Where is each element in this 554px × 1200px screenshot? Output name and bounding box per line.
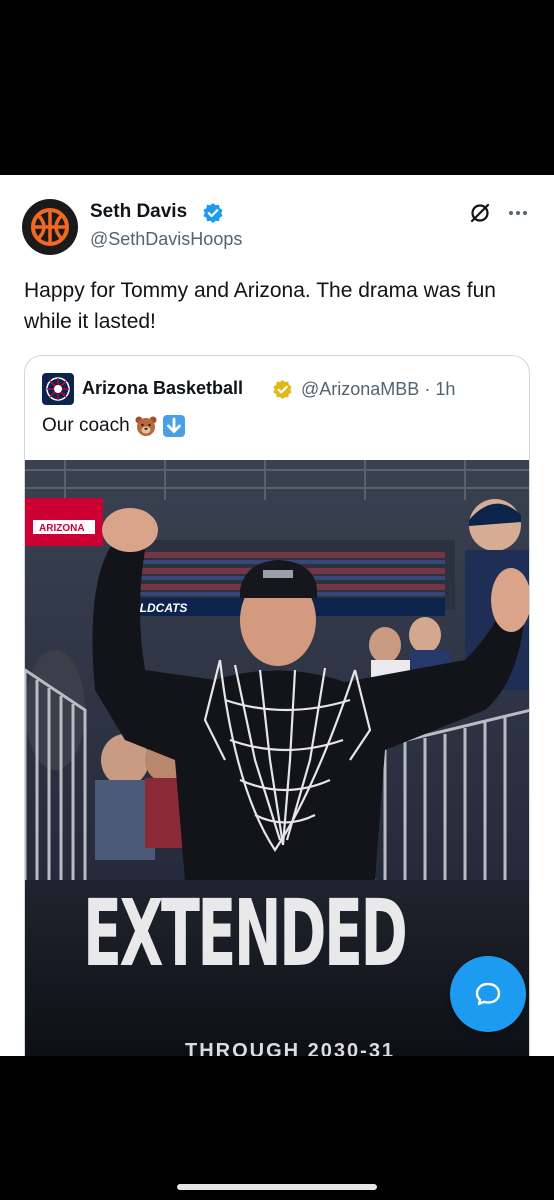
quote-author-name[interactable]: Arizona Basketball	[82, 378, 243, 399]
status-bar-area	[0, 0, 554, 175]
extended-subline: THROUGH 2030-31	[185, 1040, 396, 1056]
arizona-logo-icon	[46, 377, 70, 401]
quote-handle-time: @ArizonaMBB · 1h	[301, 379, 455, 400]
separator-dot: ·	[424, 379, 431, 399]
bear-face-emoji	[135, 416, 157, 436]
tweet-card[interactable]: Seth Davis @SethDavisHoops Happy for Tom…	[0, 175, 554, 1056]
author-handle[interactable]: @SethDavisHoops	[90, 229, 242, 250]
bottom-area	[0, 1056, 554, 1200]
quote-text-row: Our coach	[42, 414, 186, 438]
quoted-tweet[interactable]: Arizona Basketball @ArizonaMBB · 1h Our …	[24, 355, 530, 1056]
author-avatar[interactable]	[22, 199, 78, 255]
down-arrow-emoji	[162, 415, 185, 437]
quote-text: Our coach	[42, 415, 130, 436]
home-indicator[interactable]	[177, 1184, 377, 1190]
more-options-icon[interactable]	[506, 201, 530, 225]
quote-author-handle[interactable]: @ArizonaMBB	[301, 379, 419, 399]
quote-timestamp[interactable]: 1h	[435, 379, 455, 399]
reply-bubble-icon	[475, 982, 501, 1006]
quote-author-avatar[interactable]	[42, 373, 74, 405]
grok-icon[interactable]	[468, 201, 492, 225]
gold-verified-badge-icon	[273, 379, 292, 400]
tweet-text: Happy for Tommy and Arizona. The drama w…	[24, 279, 496, 333]
author-name[interactable]: Seth Davis	[90, 201, 187, 223]
basketball-icon	[31, 208, 69, 246]
arizona-logo-text: ARIZONA	[39, 523, 85, 534]
reply-fab-button[interactable]	[450, 956, 526, 1032]
verified-badge-icon	[203, 203, 223, 223]
extended-headline: EXTENDED	[83, 880, 408, 987]
quote-media-image[interactable]: WILDCATS ARIZONA EXTENDED THROUGH 2030-3…	[25, 460, 529, 1056]
